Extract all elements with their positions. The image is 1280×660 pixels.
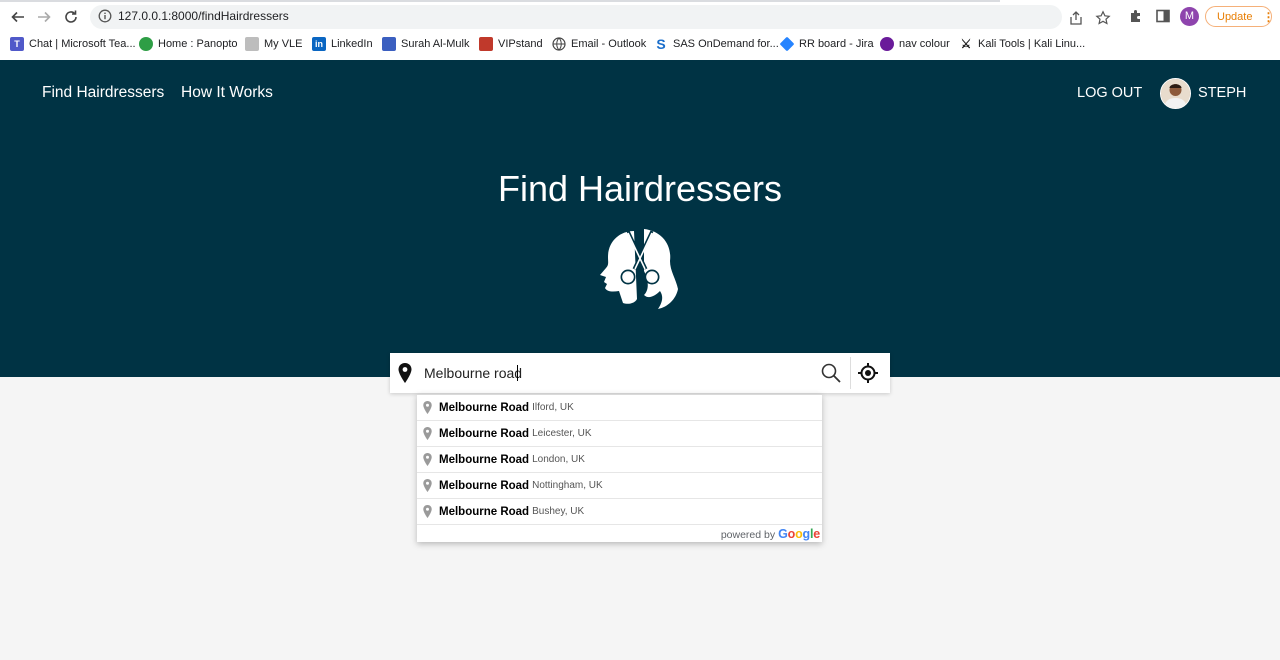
suggestion-item[interactable]: Melbourne Road Leicester, UK bbox=[417, 421, 822, 447]
nav-find-hairdressers[interactable]: Find Hairdressers bbox=[42, 84, 164, 102]
suggestion-secondary: Leicester, UK bbox=[532, 428, 592, 439]
powered-by-google: powered by Google bbox=[721, 527, 820, 541]
vipstand-icon bbox=[479, 37, 493, 51]
powered-by-label: powered by bbox=[720, 529, 776, 541]
bookmark-outlook[interactable]: Email - Outlook bbox=[552, 37, 646, 51]
location-search-input[interactable] bbox=[424, 361, 804, 385]
update-label: Update bbox=[1217, 10, 1253, 23]
back-button[interactable] bbox=[8, 7, 28, 27]
username[interactable]: STEPH bbox=[1198, 85, 1246, 101]
hairdresser-logo-icon bbox=[600, 229, 678, 309]
url-text[interactable]: 127.0.0.1:8000/findHairdressers bbox=[118, 9, 289, 23]
suggestion-main: Melbourne Road bbox=[439, 479, 530, 492]
browser-chrome: 127.0.0.1:8000/findHairdressers M Update… bbox=[0, 0, 1280, 61]
suggestion-secondary: Ilford, UK bbox=[532, 402, 574, 413]
bookmark-label: LinkedIn bbox=[331, 38, 373, 50]
bookmark-linkedin[interactable]: in LinkedIn bbox=[312, 37, 373, 51]
suggestion-main: Melbourne Road bbox=[439, 401, 530, 414]
bookmark-nav-colour[interactable]: nav colour bbox=[880, 37, 950, 51]
suggestion-pin-icon bbox=[423, 479, 432, 492]
forward-button[interactable] bbox=[34, 7, 54, 27]
star-icon[interactable] bbox=[1095, 10, 1111, 26]
google-logo: Google bbox=[778, 527, 820, 541]
kali-icon: ⚔ bbox=[960, 37, 972, 51]
suggestion-pin-icon bbox=[423, 427, 432, 440]
suggestion-item[interactable]: Melbourne Road London, UK bbox=[417, 447, 822, 473]
address-bar[interactable]: 127.0.0.1:8000/findHairdressers bbox=[90, 5, 1111, 29]
bookmark-vipstand[interactable]: VIPstand bbox=[479, 37, 543, 51]
current-location-icon[interactable] bbox=[857, 362, 879, 384]
avatar-photo bbox=[1161, 79, 1190, 108]
bookmark-label: RR board - Jira bbox=[799, 38, 874, 50]
suggestion-item[interactable]: Melbourne Road Bushey, UK bbox=[417, 499, 822, 525]
bookmark-label: Chat | Microsoft Tea... bbox=[29, 38, 136, 50]
nav-colour-icon bbox=[880, 37, 894, 51]
arrow-right-icon bbox=[38, 11, 51, 23]
suggestion-secondary: London, UK bbox=[532, 454, 585, 465]
more-menu-icon[interactable]: ⋮ bbox=[1262, 10, 1274, 24]
bookmark-surah[interactable]: Surah Al-Mulk bbox=[382, 37, 469, 51]
jira-icon bbox=[779, 36, 795, 52]
suggestion-secondary: Bushey, UK bbox=[532, 506, 585, 517]
nav-how-it-works[interactable]: How It Works bbox=[181, 84, 273, 102]
bookmark-label: VIPstand bbox=[498, 38, 543, 50]
vle-icon bbox=[245, 37, 259, 51]
text-caret bbox=[517, 365, 518, 381]
reload-button[interactable] bbox=[61, 7, 81, 27]
panopto-icon bbox=[139, 37, 153, 51]
globe-icon bbox=[552, 37, 566, 51]
bookmark-kali[interactable]: ⚔ Kali Tools | Kali Linu... bbox=[959, 37, 1086, 51]
arrow-left-icon bbox=[11, 11, 24, 23]
sas-icon: S bbox=[656, 36, 666, 52]
page-title: Find Hairdressers bbox=[497, 168, 783, 209]
bookmark-panopto[interactable]: Home : Panopto bbox=[139, 37, 238, 51]
bookmark-label: SAS OnDemand for... bbox=[673, 38, 779, 50]
suggestion-secondary: Nottingham, UK bbox=[532, 480, 603, 491]
bookmark-label: Kali Tools | Kali Linu... bbox=[978, 38, 1086, 50]
suggestion-item[interactable]: Melbourne Road Nottingham, UK bbox=[417, 473, 822, 499]
quran-icon bbox=[382, 37, 396, 51]
reload-icon bbox=[65, 10, 77, 23]
logout-link[interactable]: LOG OUT bbox=[1077, 85, 1142, 101]
suggestion-pin-icon bbox=[423, 453, 432, 466]
user-avatar[interactable] bbox=[1160, 78, 1191, 109]
bookmark-label: My VLE bbox=[264, 38, 303, 50]
bookmarks-bar: T Chat | Microsoft Tea... Home : Panopto… bbox=[0, 35, 1280, 55]
extensions-icon[interactable] bbox=[1128, 8, 1144, 24]
linkedin-icon: in bbox=[312, 37, 326, 51]
update-button[interactable]: Update ⋮ bbox=[1205, 6, 1274, 27]
bookmark-sas[interactable]: S SAS OnDemand for... bbox=[654, 36, 779, 52]
suggestion-main: Melbourne Road bbox=[439, 427, 530, 440]
bookmark-my-vle[interactable]: My VLE bbox=[245, 37, 303, 51]
bookmark-jira[interactable]: RR board - Jira bbox=[779, 36, 874, 52]
search-icon[interactable] bbox=[820, 362, 842, 384]
suggestion-pin-icon bbox=[423, 401, 432, 414]
autocomplete-dropdown: Melbourne Road Ilford, UK Melbourne Road… bbox=[417, 394, 822, 542]
location-search-bar bbox=[390, 353, 890, 393]
suggestion-item[interactable]: Melbourne Road Ilford, UK bbox=[417, 395, 822, 421]
bookmark-label: Email - Outlook bbox=[571, 38, 647, 50]
tab-strip-edge bbox=[0, 0, 1000, 2]
side-panel-icon[interactable] bbox=[1155, 8, 1171, 24]
suggestion-main: Melbourne Road bbox=[439, 505, 530, 518]
profile-avatar[interactable]: M bbox=[1180, 7, 1199, 26]
suggestion-main: Melbourne Road bbox=[439, 453, 530, 466]
bookmark-teams[interactable]: T Chat | Microsoft Tea... bbox=[10, 37, 136, 51]
bookmark-label: Surah Al-Mulk bbox=[401, 38, 470, 50]
location-pin-icon bbox=[398, 363, 412, 383]
suggestion-pin-icon bbox=[423, 505, 432, 518]
info-icon[interactable] bbox=[98, 9, 112, 23]
bookmark-label: nav colour bbox=[899, 38, 950, 50]
search-divider bbox=[850, 357, 851, 389]
share-icon[interactable] bbox=[1068, 10, 1084, 26]
hero-section: Find Hairdressers How It Works LOG OUT S… bbox=[0, 60, 1280, 377]
bookmark-label: Home : Panopto bbox=[158, 38, 238, 50]
teams-icon: T bbox=[10, 37, 24, 51]
